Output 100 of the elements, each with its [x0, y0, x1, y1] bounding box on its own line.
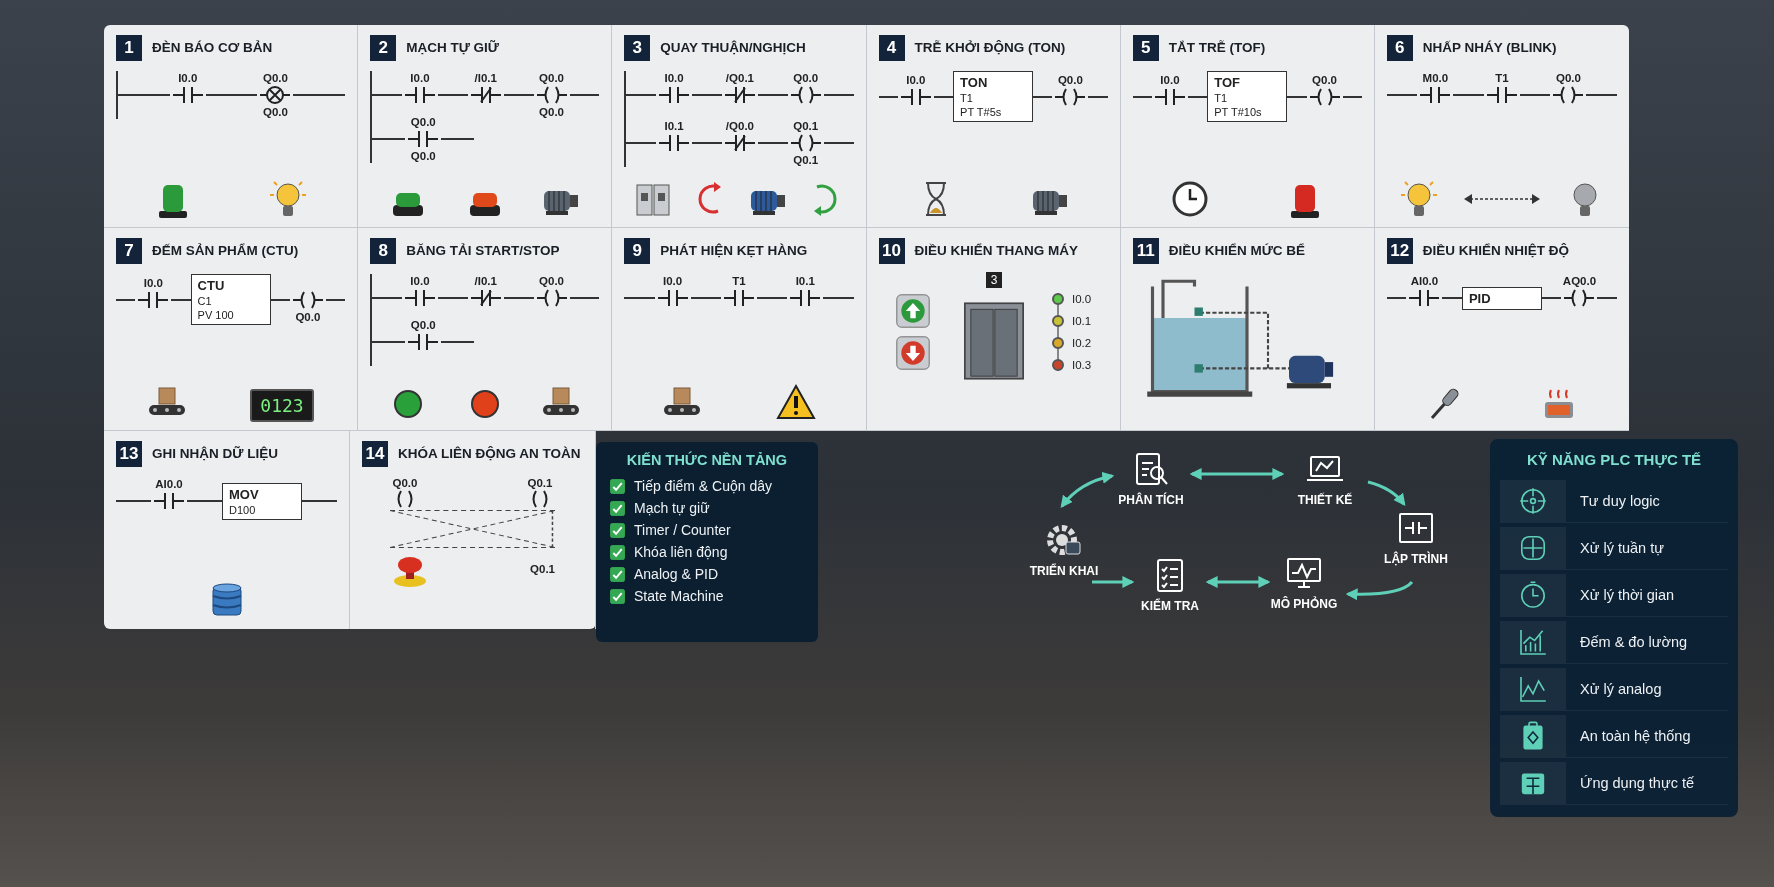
- address-label: Q0.1: [793, 120, 819, 132]
- number-badge: 7: [116, 238, 142, 264]
- block-label: PV 100: [197, 309, 235, 321]
- contact-symbol: [1486, 85, 1517, 105]
- address-label: Q0.0: [539, 106, 564, 118]
- number-badge: 3: [624, 35, 651, 61]
- contact-symbol: [172, 85, 203, 105]
- number-badge: 10: [878, 238, 905, 264]
- address-label: Q0.0: [1057, 73, 1083, 86]
- contact-symbol: [470, 85, 501, 105]
- address-label: Q0.0: [410, 319, 436, 331]
- address-label: Q0.0: [1312, 73, 1337, 86]
- step-label: TRIỂN KHAI: [1029, 564, 1099, 578]
- block-label: D100: [229, 503, 257, 516]
- skill-label: Ứng dụng thực tế: [1580, 775, 1694, 791]
- coil-symbol: [1553, 85, 1584, 105]
- address-label: Q0.0: [262, 106, 288, 118]
- step-label: MÔ PHỎNG: [1270, 597, 1338, 611]
- address-label: Q0.0: [793, 72, 819, 84]
- target-icon: [1517, 485, 1549, 517]
- card-title: ĐẾM SẢN PHẨM (CTU): [152, 242, 299, 260]
- card-title: KHÓA LIÊN ĐỘNG AN TOÀN: [398, 445, 581, 463]
- address-label: T1: [1495, 72, 1509, 84]
- knowledge-item: Tiếp điểm & Cuộn dây: [634, 478, 772, 494]
- sensor-label: I0.2: [1071, 336, 1092, 349]
- flow-arrow: [1205, 576, 1271, 588]
- number-badge: 1: [116, 35, 142, 61]
- number-badge: 8: [370, 238, 397, 264]
- contact-symbol: [408, 129, 439, 149]
- contact-symbol: [1154, 86, 1185, 107]
- contact-symbol: [408, 332, 439, 352]
- panel-title: KỸ NĂNG PLC THỰC TẾ: [1525, 451, 1703, 468]
- flow-arrow: [1367, 480, 1406, 506]
- skill-label: Tư duy logic: [1580, 493, 1660, 509]
- address-label: AQ0.0: [1562, 275, 1597, 287]
- skill-label: Xử lý thời gian: [1580, 587, 1675, 603]
- address-label: Q0.0: [539, 275, 564, 287]
- block-label: C1: [197, 295, 213, 307]
- knowledge-item: State Machine: [634, 588, 724, 604]
- card-title: GHI NHẬN DỮ LIỆU: [152, 445, 278, 463]
- knowledge-item: Mạch tự giữ: [634, 500, 710, 516]
- contact-symbol: [404, 288, 435, 308]
- address-label: /Q0.0: [725, 120, 754, 132]
- address-label: Q0.1: [527, 477, 553, 489]
- address-label: AI0.0: [1410, 275, 1439, 287]
- card-title: ĐÈN BÁO CƠ BẢN: [152, 39, 273, 57]
- card-title: BĂNG TẢI START/STOP: [406, 242, 560, 260]
- warning-icon: [776, 382, 817, 422]
- coil-symbol: [790, 85, 821, 105]
- block-label: TON: [960, 75, 989, 90]
- address-label: I0.0: [1160, 73, 1180, 86]
- address-label: Q0.1: [530, 563, 555, 575]
- block-label: T1: [960, 92, 974, 104]
- contact-symbol: [404, 85, 435, 105]
- card-title: TRỄ KHỞI ĐỘNG (TON): [914, 39, 1066, 57]
- card-title: ĐIỀU KHIỂN MỨC BỂ: [1168, 242, 1306, 260]
- floor-indicator: 3: [985, 272, 1003, 288]
- card-title: NHẤP NHÁY (BLINK): [1422, 39, 1557, 57]
- address-label: I0.0: [178, 72, 198, 84]
- address-label: M0.0: [1422, 72, 1449, 84]
- flow-arrow: [1060, 472, 1115, 508]
- coil-symbol: [292, 289, 323, 310]
- address-label: I0.0: [143, 276, 163, 289]
- block-label: T1: [1214, 92, 1229, 104]
- contact-symbol: [1420, 85, 1451, 105]
- contact-symbol: [1409, 288, 1440, 308]
- address-label: /I0.1: [474, 275, 497, 287]
- block-label: TOF: [1214, 75, 1241, 90]
- address-label: Q0.0: [295, 310, 321, 323]
- light-bulb-icon: [267, 179, 308, 219]
- address-label: I0.1: [795, 275, 815, 287]
- address-label: /I0.1: [474, 72, 497, 84]
- address-label: I0.0: [663, 275, 683, 287]
- contact-symbol: [790, 288, 821, 308]
- coil-symbol: [1055, 86, 1086, 107]
- contact-symbol: [659, 133, 690, 153]
- step-label: THIẾT KẾ: [1297, 493, 1353, 507]
- card-title: MẠCH TỰ GIỮ: [406, 39, 500, 57]
- step-label: KIỂM TRA: [1141, 599, 1199, 613]
- counter-display: 0123: [250, 389, 314, 422]
- coil-symbol: [790, 133, 821, 153]
- knowledge-item: Timer / Counter: [634, 522, 731, 538]
- number-badge: 9: [624, 238, 651, 264]
- number-badge: 2: [370, 35, 397, 61]
- address-label: Q0.0: [262, 72, 288, 84]
- flow-arrow: [1345, 580, 1414, 601]
- address-label: Q0.0: [410, 116, 436, 128]
- number-badge: 13: [116, 441, 142, 467]
- contact-symbol: [724, 133, 755, 153]
- skill-label: Xử lý tuần tự: [1580, 540, 1664, 556]
- address-label: I0.0: [664, 72, 684, 84]
- block-label: MOV: [229, 486, 260, 502]
- address-label: Q0.0: [392, 477, 418, 489]
- sensor-label: I0.0: [1071, 292, 1092, 305]
- coil-symbol: [1564, 288, 1595, 308]
- number-badge: 5: [1132, 35, 1159, 61]
- address-label: I0.1: [664, 120, 684, 132]
- address-label: AI0.0: [155, 478, 183, 490]
- number-badge: 12: [1386, 238, 1413, 264]
- skill-label: An toàn hệ thống: [1580, 728, 1691, 744]
